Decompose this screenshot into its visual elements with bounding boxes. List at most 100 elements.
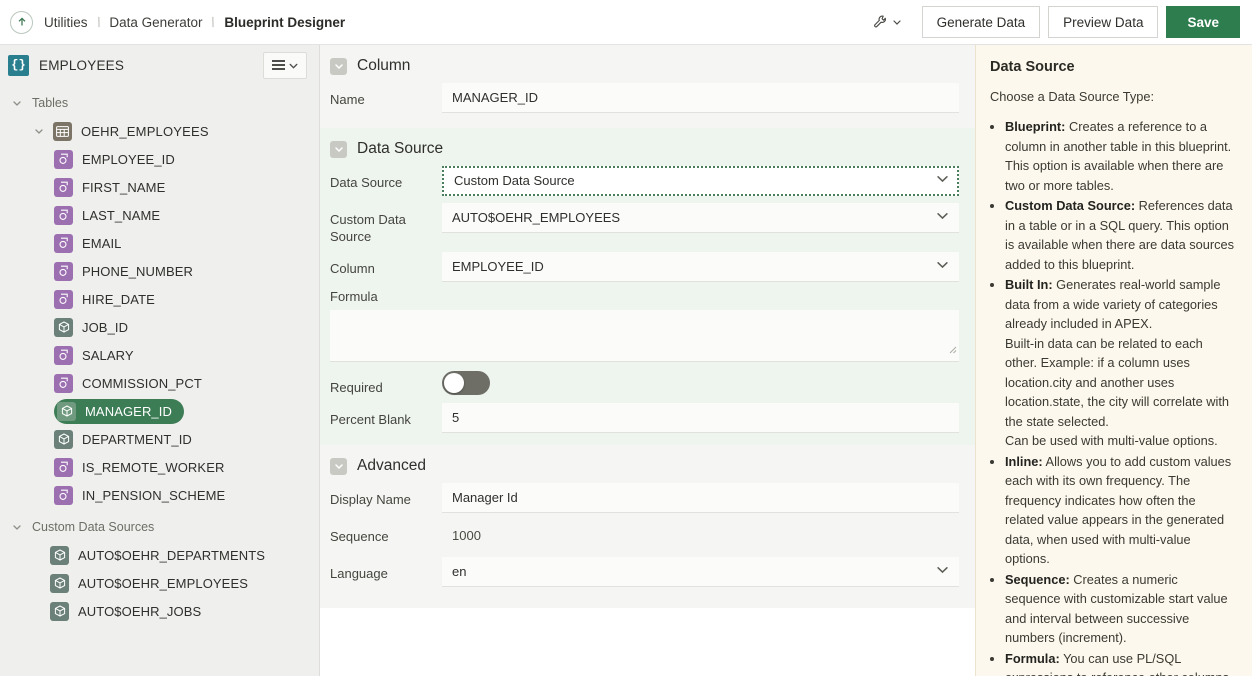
tree-item-column[interactable]: SALARY [0, 341, 319, 369]
toolbar-actions: Generate Data Preview Data Save [867, 6, 1240, 38]
tree-item-label: FIRST_NAME [82, 179, 166, 195]
field-label: Column [330, 261, 375, 276]
tree-item-label: IN_PENSION_SCHEME [82, 487, 226, 503]
sidebar-menu-button[interactable] [263, 51, 307, 79]
field-required: Required [320, 371, 975, 396]
tree-item-label: MANAGER_ID [85, 403, 172, 419]
help-term: Inline: [1005, 453, 1043, 469]
chevron-down-icon[interactable] [330, 457, 347, 475]
field-label: Formula [330, 289, 378, 304]
required-toggle[interactable] [442, 371, 490, 395]
breadcrumb-separator: \ [209, 14, 218, 30]
section-advanced-header: Advanced [320, 445, 975, 483]
language-select[interactable]: en [442, 557, 959, 587]
formula-textarea[interactable] [330, 310, 959, 362]
tree-item-label: AUTO$OEHR_JOBS [78, 603, 202, 619]
help-list-item: Formula: You can use PL/SQL expressions … [1005, 649, 1236, 676]
cube-icon [50, 545, 69, 565]
tree-item-column-manager-id[interactable]: MANAGER_ID [0, 397, 319, 425]
breadcrumb: Utilities \ Data Generator \ Blueprint D… [44, 14, 345, 30]
help-intro: Choose a Data Source Type: [990, 89, 1155, 104]
name-input[interactable] [442, 83, 959, 113]
main-layout: {} EMPLOYEES Tables OEHR_EMPLOYEES EMPLO… [0, 45, 1252, 676]
tree-item-label: LAST_NAME [82, 207, 161, 223]
selected-tree-item[interactable]: MANAGER_ID [54, 398, 184, 424]
field-label: Name [330, 92, 365, 107]
help-term: Built In: [1005, 277, 1053, 292]
tree-item-column[interactable]: IN_PENSION_SCHEME [0, 481, 319, 509]
tree-item-oehr-employees[interactable]: OEHR_EMPLOYEES [0, 117, 319, 145]
field-display-name: Display Name [320, 483, 975, 513]
tree-item-data-source[interactable]: AUTO$OEHR_JOBS [0, 597, 319, 625]
breadcrumb-item-data-generator[interactable]: Data Generator [109, 15, 202, 30]
breadcrumb-item-utilities[interactable]: Utilities [44, 15, 88, 30]
column-icon [54, 289, 73, 309]
table-icon [53, 121, 72, 141]
field-formula: Formula [320, 289, 975, 362]
help-term: Custom Data Source: [1005, 198, 1136, 213]
field-label: Data Source [330, 175, 403, 190]
tree-item-column[interactable]: EMAIL [0, 229, 319, 257]
chevron-down-icon [289, 63, 297, 69]
help-term: Sequence: [1005, 571, 1070, 587]
display-name-input[interactable] [442, 483, 959, 513]
tree-item-column[interactable]: IS_REMOTE_WORKER [0, 453, 319, 481]
preview-data-button[interactable]: Preview Data [1048, 6, 1159, 38]
field-percent-blank: Percent Blank [320, 403, 975, 433]
tree-item-column[interactable]: LAST_NAME [0, 201, 319, 229]
data-source-select[interactable]: Custom Data Source [442, 166, 959, 196]
field-data-source: Data Source Custom Data Source [320, 166, 975, 196]
field-label: Custom Data Source [330, 212, 406, 244]
help-list-item: Inline: Allows you to add custom values … [1005, 452, 1236, 569]
help-term: Blueprint: [1005, 119, 1066, 134]
cube-icon [54, 317, 73, 337]
chevron-down-icon [893, 20, 901, 25]
tree-item-label: PHONE_NUMBER [82, 263, 193, 279]
section-column: Column Name [320, 45, 975, 128]
section-data-source-header: Data Source [320, 128, 975, 166]
column-select[interactable]: EMPLOYEE_ID [442, 252, 959, 282]
column-icon [54, 177, 73, 197]
generate-data-button[interactable]: Generate Data [921, 6, 1041, 38]
section-title: Advanced [357, 457, 426, 474]
top-toolbar: Utilities \ Data Generator \ Blueprint D… [0, 0, 1252, 45]
chevron-down-icon [10, 96, 24, 110]
arrow-up-circle-icon[interactable] [10, 10, 33, 34]
save-button[interactable]: Save [1166, 6, 1240, 38]
wrench-menu-button[interactable] [867, 9, 908, 35]
tree-group-tables[interactable]: Tables [0, 89, 319, 117]
breadcrumb-item-blueprint-designer: Blueprint Designer [224, 14, 346, 30]
help-panel: Data Source Choose a Data Source Type: B… [975, 45, 1252, 676]
chevron-down-icon[interactable] [330, 140, 347, 158]
percent-blank-input[interactable] [442, 403, 959, 433]
column-icon [54, 233, 73, 253]
help-list-item: Sequence: Creates a numeric sequence wit… [1005, 570, 1236, 648]
chevron-down-icon[interactable] [330, 57, 347, 75]
custom-data-source-select[interactable]: AUTO$OEHR_EMPLOYEES [442, 203, 959, 233]
help-list-item: Built In: Generates real-world sample da… [1005, 275, 1236, 451]
tree-group-custom-data-sources[interactable]: Custom Data Sources [0, 513, 319, 541]
tree-item-column[interactable]: COMMISSION_PCT [0, 369, 319, 397]
blueprint-json-icon: {} [8, 54, 29, 76]
field-label: Required [330, 380, 383, 395]
help-text: Allows you to add custom values each wit… [1005, 453, 1232, 567]
cube-icon [57, 401, 76, 421]
tree-item-data-source[interactable]: AUTO$OEHR_EMPLOYEES [0, 569, 319, 597]
tree-item-column[interactable]: EMPLOYEE_ID [0, 145, 319, 173]
tree-item-label: AUTO$OEHR_EMPLOYEES [78, 575, 248, 591]
breadcrumb-separator: \ [94, 14, 103, 30]
field-column: Column EMPLOYEE_ID [320, 252, 975, 282]
tree-item-column[interactable]: JOB_ID [0, 313, 319, 341]
tree-item-column[interactable]: FIRST_NAME [0, 173, 319, 201]
column-icon [54, 149, 73, 169]
tree-item-data-source[interactable]: AUTO$OEHR_DEPARTMENTS [0, 541, 319, 569]
help-list-item: Custom Data Source: References data in a… [1005, 196, 1236, 274]
help-term: Formula: [1005, 650, 1060, 666]
tree-item-column[interactable]: PHONE_NUMBER [0, 257, 319, 285]
tree-item-column[interactable]: DEPARTMENT_ID [0, 425, 319, 453]
section-title: Data Source [357, 140, 444, 157]
tree-item-column[interactable]: HIRE_DATE [0, 285, 319, 313]
field-language: Language en [320, 557, 975, 587]
tree-item-label: COMMISSION_PCT [82, 375, 202, 391]
sequence-input[interactable] [442, 520, 959, 550]
